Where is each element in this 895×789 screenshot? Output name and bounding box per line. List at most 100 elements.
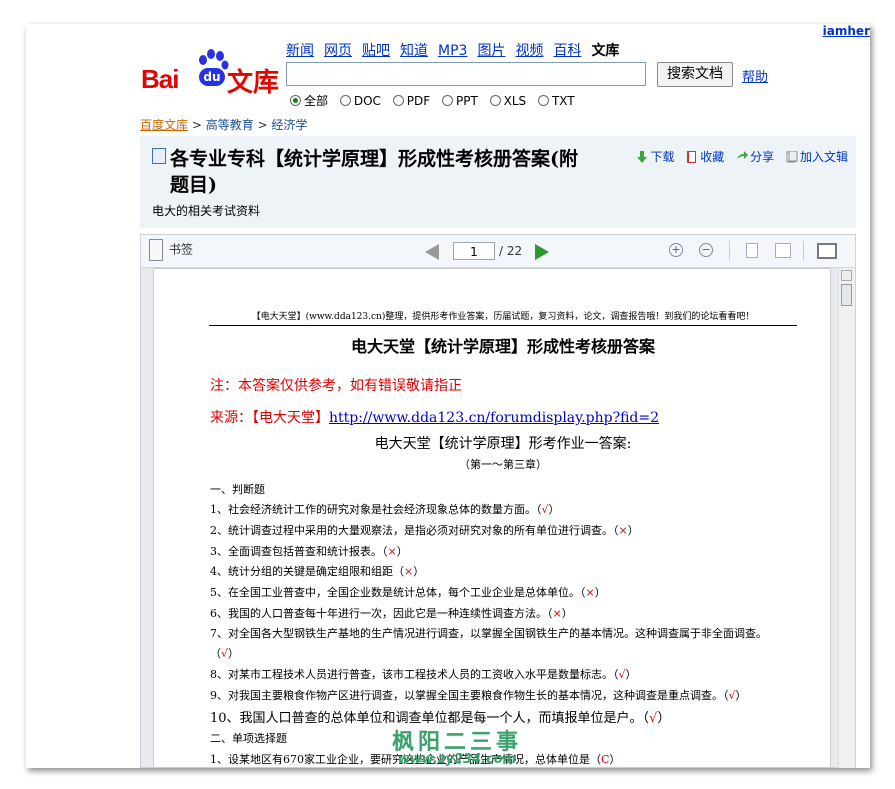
doc-type-filters: 全部 DOC PDF PPT XLS TXT (290, 92, 583, 109)
document-actions: 下载 收藏 分享 加入文辑 (628, 148, 848, 165)
add-collection-label: 加入文辑 (799, 150, 848, 164)
zoom-in-icon[interactable]: + (669, 243, 683, 257)
breadcrumb-higher-edu[interactable]: 高等教育 (206, 118, 254, 132)
bookmark-icon (149, 239, 163, 261)
radio-icon (537, 95, 549, 106)
add-collection-icon (786, 151, 798, 163)
question-text: 9、对我国主要粮食作物产区进行调查，以掌握全国主要粮食作物生长的基本情况，这种调… (210, 689, 729, 702)
document-page: 【电大天堂】(www.dda123.cn)整理，提供形考作业答案，历届试题，复习… (153, 268, 831, 768)
page-header: 【电大天堂】(www.dda123.cn)整理，提供形考作业答案，历届试题，复习… (209, 309, 797, 326)
bracket: ） (228, 647, 240, 660)
page-number-input[interactable]: 1 (453, 242, 495, 260)
favorite-label: 收藏 (700, 150, 725, 164)
filter-all[interactable]: 全部 (290, 94, 328, 108)
search-docs-button[interactable]: 搜索文档 (657, 62, 733, 87)
filter-xls[interactable]: XLS (489, 94, 527, 108)
bracket: ） (609, 753, 621, 766)
double-page-view-icon[interactable] (775, 243, 791, 258)
nav-tieba[interactable]: 贴吧 (362, 43, 390, 59)
filter-pdf[interactable]: PDF (392, 94, 430, 108)
answer-mark: × (618, 524, 628, 537)
scroll-up-icon[interactable] (841, 270, 852, 281)
next-page-icon[interactable] (535, 244, 549, 260)
nav-web[interactable]: 网页 (324, 43, 352, 59)
nav-images[interactable]: 图片 (477, 43, 505, 59)
nav-wenku: 文库 (591, 43, 620, 59)
question-line: 9、对我国主要粮食作物产区进行调查，以掌握全国主要粮食作物生长的基本情况，这种调… (210, 687, 747, 703)
zoom-out-icon[interactable]: − (699, 243, 713, 257)
logo-bai-text: Bai (141, 64, 179, 94)
radio-icon (441, 95, 453, 106)
filter-txt-label: TXT (551, 94, 575, 108)
filter-all-label: 全部 (304, 94, 329, 108)
radio-icon (392, 95, 404, 106)
page-title: 电大天堂【统计学原理】形成性考核册答案 (350, 337, 655, 356)
viewer-toolbar: 书签 1 / 22 + − (141, 235, 855, 268)
search-input[interactable] (286, 62, 646, 86)
bookmark-label: 书签 (169, 242, 194, 257)
filter-xls-label: XLS (503, 94, 527, 108)
source-label: 来源：【电大天堂】 (210, 410, 329, 426)
radio-selected-icon (290, 95, 301, 106)
nav-baike[interactable]: 百科 (553, 43, 581, 59)
bookmark-book-icon (687, 151, 697, 163)
top-nav: 新闻 网页 贴吧 知道 MP3 图片 视频 百科 文库 (286, 40, 629, 60)
question-text: 4、统计分组的关键是确定组限和组距（ (210, 565, 404, 578)
filter-doc[interactable]: DOC (339, 94, 381, 108)
document-description: 电大的相关考试资料 (152, 204, 261, 218)
nav-video[interactable]: 视频 (515, 43, 543, 59)
bracket: ） (594, 586, 606, 599)
download-button[interactable]: 下载 (636, 150, 674, 164)
document-title: 各专业专科【统计学原理】形成性考核册答案(附题目) (170, 148, 578, 196)
viewer-scrollbar[interactable] (838, 268, 855, 768)
question-line: 2、统计调查过程中采用的大量观察法，是指必须对研究对象的所有单位进行调查。（×） (210, 522, 639, 538)
logo-du-text: du (199, 68, 225, 86)
download-label: 下载 (650, 150, 675, 164)
nav-news[interactable]: 新闻 (286, 43, 314, 59)
answer-mark: √ (541, 503, 549, 516)
add-to-collection-button[interactable]: 加入文辑 (786, 150, 848, 164)
radio-icon (489, 95, 501, 106)
answer-mark: √ (221, 647, 229, 660)
breadcrumb-wenku[interactable]: 百度文库 (140, 118, 188, 132)
question-line: 7、对全国各大型钢铁生产基地的生产情况进行调查，以掌握全国钢铁生产的基本情况。这… (210, 625, 767, 641)
breadcrumb-economics[interactable]: 经济学 (271, 118, 307, 132)
page-total: / 22 (499, 244, 523, 258)
section-subtitle: 电大天堂【统计学原理】形考作业一答案: (374, 436, 632, 452)
question-text: 8、对某市工程技术人员进行普查，该市工程技术人员的工资收入水平是数量标志。（ (210, 668, 619, 681)
source-url-link[interactable]: http://www.dda123.cn/forumdisplay.php?fi… (329, 410, 659, 426)
source-line: 来源：【电大天堂】http://www.dda123.cn/forumdispl… (210, 407, 659, 427)
favorite-button[interactable]: 收藏 (686, 150, 724, 164)
scroll-thumb[interactable] (841, 284, 852, 306)
question-text: 5、在全国工业普查中，全国企业数是统计总体，每个工业企业是总体单位。（ (210, 586, 586, 599)
bracket: ） (625, 668, 637, 681)
help-link[interactable]: 帮助 (742, 66, 768, 85)
question-line: （√） (210, 645, 239, 661)
document-viewer: 书签 1 / 22 + − 【电大天堂】(www.dda123.cn)整理，提供… (140, 234, 856, 768)
prev-page-icon[interactable] (425, 244, 439, 260)
baidu-wenku-logo[interactable]: Bai du 文库 (141, 46, 281, 98)
answer-mark: × (585, 586, 595, 599)
question-line: 1、社会经济统计工作的研究对象是社会经济现象总体的数量方面。（√） (210, 501, 560, 517)
chapter-range: （第一～第三章） (459, 458, 547, 471)
nav-zhidao[interactable]: 知道 (400, 43, 428, 59)
user-link[interactable]: iamher (823, 24, 870, 38)
disclaimer-note: 注：本答案仅供参考，如有错误敬请指正 (210, 378, 462, 394)
filter-txt[interactable]: TXT (537, 94, 575, 108)
bracket: ） (657, 711, 671, 726)
toolbar-divider (729, 241, 730, 261)
filter-ppt[interactable]: PPT (441, 94, 478, 108)
filter-doc-label: DOC (353, 94, 381, 108)
bookmark-toggle[interactable]: 书签 (149, 239, 193, 261)
logo-wenku-text: 文库 (227, 68, 280, 98)
share-button[interactable]: 分享 (736, 150, 774, 164)
question-text: 2、统计调查过程中采用的大量观察法，是指必须对研究对象的所有单位进行调查。（ (210, 524, 619, 537)
answer-mark: √ (728, 689, 736, 702)
single-page-view-icon[interactable] (746, 243, 758, 258)
fullscreen-icon[interactable] (817, 243, 837, 259)
question-text: 7、对全国各大型钢铁生产基地的生产情况进行调查，以掌握全国钢铁生产的基本情况。这… (210, 627, 767, 640)
share-label: 分享 (750, 150, 775, 164)
document-header: 各专业专科【统计学原理】形成性考核册答案(附题目) 电大的相关考试资料 下载 收… (140, 136, 856, 228)
answer-mark: √ (618, 668, 626, 681)
nav-mp3[interactable]: MP3 (438, 43, 467, 59)
